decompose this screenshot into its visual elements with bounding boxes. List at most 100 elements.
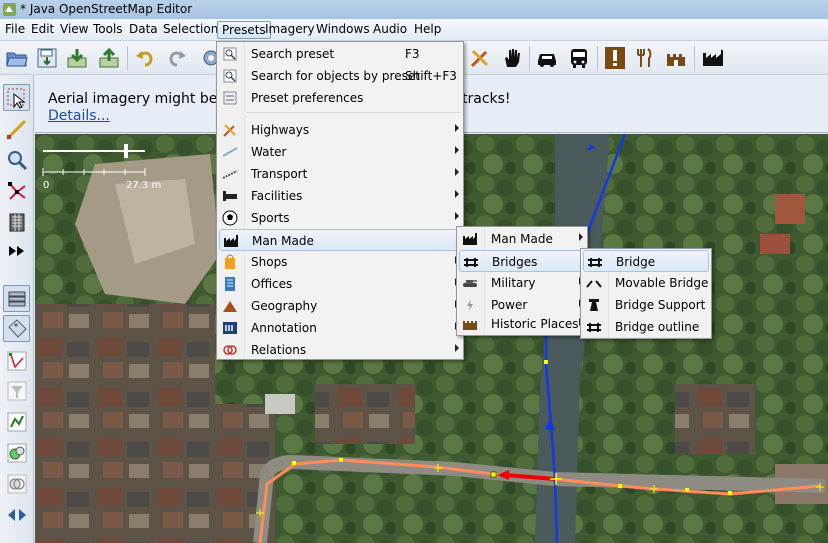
menu-item-bridges[interactable]: Bridges (459, 250, 585, 272)
movable-bridge-label: Movable Bridge (615, 276, 709, 290)
menu-tools[interactable]: Tools (89, 21, 127, 39)
bridge-outline-label: Bridge outline (615, 320, 700, 334)
submenu-arrow-icon (579, 233, 583, 241)
menu-item-historic-places[interactable]: Historic Places (459, 313, 585, 335)
facilities-label: Facilities (251, 189, 303, 203)
menu-item-search-objects[interactable]: Search for objects by preset Shift+F3 (219, 65, 461, 87)
save-icon[interactable] (33, 44, 60, 71)
mode-toolbar (0, 75, 34, 543)
relation-icon[interactable] (3, 347, 30, 374)
menu-item-bridge-support[interactable]: Bridge Support (583, 294, 709, 316)
download-icon[interactable] (63, 44, 90, 71)
menu-item-search-preset[interactable]: Search preset F3 (219, 43, 461, 65)
zoom-mode-icon[interactable] (3, 146, 30, 173)
menu-item-movable-bridge[interactable]: Movable Bridge (583, 272, 709, 294)
menu-item-transport[interactable]: Transport (219, 163, 461, 185)
annotation-icon (222, 320, 238, 336)
car-icon[interactable] (533, 44, 560, 71)
menu-item-highways[interactable]: Highways (219, 119, 461, 141)
menu-item-man-made-sub[interactable]: Man Made (459, 228, 585, 250)
bridge-icon (463, 254, 479, 270)
menu-item-water[interactable]: Water (219, 141, 461, 163)
movable-bridge-icon (586, 275, 602, 291)
node-icon[interactable] (3, 177, 30, 204)
transport-label: Transport (251, 167, 308, 181)
filter-icon[interactable] (3, 377, 30, 404)
upload-icon[interactable] (95, 44, 122, 71)
menu-help[interactable]: Help (410, 21, 445, 39)
josm-logo-icon (3, 3, 16, 16)
menu-item-bridge-outline[interactable]: Bridge outline (583, 316, 709, 338)
menu-selection[interactable]: Selection (159, 21, 222, 39)
tag-icon[interactable] (3, 315, 30, 342)
draw-mode-icon[interactable] (3, 115, 30, 142)
submenu-arrow-icon (455, 168, 459, 176)
historic-places-label: Historic Places (491, 317, 579, 331)
menu-view[interactable]: View (56, 21, 92, 39)
offices-label: Offices (251, 277, 293, 291)
building-icon[interactable] (3, 208, 30, 235)
split-icon[interactable] (3, 501, 30, 528)
menu-imagery[interactable]: Imagery (261, 21, 319, 39)
search-preset-icon (222, 46, 238, 62)
exclamation-icon[interactable] (601, 44, 628, 71)
menu-separator (247, 112, 461, 113)
shops-label: Shops (251, 255, 288, 269)
factory-icon[interactable] (699, 44, 726, 71)
menu-item-sports[interactable]: Sports (219, 207, 461, 229)
menu-item-facilities[interactable]: Facilities (219, 185, 461, 207)
menu-file[interactable]: File (1, 21, 29, 39)
sports-icon (222, 210, 238, 226)
preset-preferences-label: Preset preferences (251, 91, 364, 105)
search-objects-shortcut: Shift+F3 (405, 69, 457, 83)
layers-icon[interactable] (3, 285, 30, 312)
fast-forward-icon[interactable] (3, 237, 30, 264)
menu-item-geography[interactable]: Geography (219, 295, 461, 317)
geography-label: Geography (251, 299, 318, 313)
factory-icon (462, 231, 478, 247)
open-folder-icon[interactable] (3, 44, 30, 71)
toolbar-separator (529, 46, 530, 70)
bridge-outline-icon (586, 319, 602, 335)
tank-icon (462, 275, 478, 291)
menu-item-offices[interactable]: Offices (219, 273, 461, 295)
menu-item-preset-preferences[interactable]: Preset preferences (219, 87, 461, 109)
offices-icon (222, 276, 238, 292)
castle-icon[interactable] (662, 44, 689, 71)
menu-edit[interactable]: Edit (27, 21, 58, 39)
menu-audio[interactable]: Audio (369, 21, 411, 39)
menu-item-bridge[interactable]: Bridge (583, 250, 709, 272)
shops-icon (222, 254, 238, 270)
search-objects-icon (222, 68, 238, 84)
restaurant-icon[interactable] (630, 44, 657, 71)
highway-tools-icon[interactable] (466, 44, 493, 71)
details-link[interactable]: Details... (48, 108, 110, 124)
menu-item-military[interactable]: Military (459, 272, 585, 294)
submenu-arrow-icon (455, 190, 459, 198)
scale-end-label: 27.3 m (126, 180, 162, 191)
conflict-icon[interactable] (3, 439, 30, 466)
hand-icon[interactable] (498, 44, 525, 71)
history-icon[interactable] (3, 408, 30, 435)
bus-icon[interactable] (565, 44, 592, 71)
window-title: * Java OpenStreetMap Editor (20, 2, 193, 16)
presets-menu: Search preset F3 Search for objects by p… (216, 41, 464, 360)
redo-icon[interactable] (163, 44, 190, 71)
notification-message-end: tracks! (462, 91, 511, 107)
man-made-label: Man Made (252, 234, 314, 248)
menu-data[interactable]: Data (125, 21, 162, 39)
preset-preferences-icon (222, 90, 238, 106)
title-bar: * Java OpenStreetMap Editor (0, 0, 828, 19)
menu-item-man-made[interactable]: Man Made (219, 229, 461, 251)
undo-icon[interactable] (131, 44, 158, 71)
menu-item-relations[interactable]: Relations (219, 339, 461, 361)
toolbar-separator (597, 46, 598, 70)
menu-bar: File Edit View Tools Data Selection Pres… (0, 19, 828, 41)
menu-windows[interactable]: Windows (312, 21, 374, 39)
relations-icon (222, 342, 238, 358)
select-mode-icon[interactable] (3, 84, 30, 111)
transport-icon (222, 166, 238, 182)
menu-item-shops[interactable]: Shops (219, 251, 461, 273)
validation-icon[interactable] (3, 470, 30, 497)
menu-item-annotation[interactable]: Annotation (219, 317, 461, 339)
